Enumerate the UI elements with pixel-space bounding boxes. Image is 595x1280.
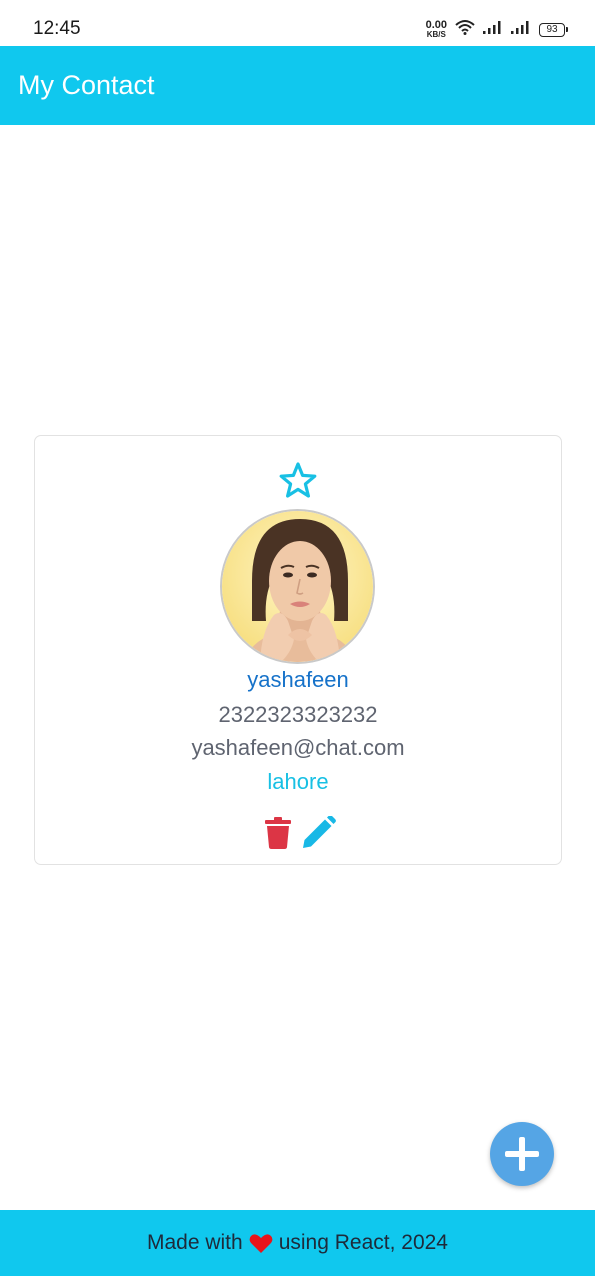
contact-name: yashafeen — [247, 667, 349, 692]
pencil-icon — [303, 815, 336, 848]
status-time: 12:45 — [33, 18, 81, 39]
app-screen: 12:45 0.00 KB/S 93 My Contact yashafeen … — [0, 0, 595, 1280]
contact-phone: 2322323323232 — [218, 702, 378, 727]
signal-icon — [511, 20, 531, 39]
footer-text-after: using React, 2024 — [278, 1231, 448, 1254]
footer: Made with using React, 2024 — [0, 1210, 595, 1276]
status-indicators: 0.00 KB/S 93 — [425, 18, 568, 40]
plus-icon — [505, 1137, 539, 1171]
star-outline-icon — [279, 462, 317, 498]
footer-text-before: Made with — [146, 1231, 243, 1254]
delete-button[interactable] — [264, 816, 292, 850]
contact-city: lahore — [267, 769, 329, 794]
status-bar: 12:45 0.00 KB/S 93 — [0, 0, 595, 46]
signal-icon — [483, 20, 503, 39]
network-speed-value: 0.00 — [425, 18, 447, 31]
battery-icon: 93 — [539, 22, 568, 37]
bottom-strip — [0, 1276, 595, 1280]
trash-icon — [265, 817, 291, 849]
page-title: My Contact — [18, 70, 155, 100]
contact-card: yashafeen 2322323323232 yashafeen@chat.c… — [34, 435, 562, 865]
network-speed-unit: KB/S — [426, 29, 446, 39]
contact-email: yashafeen@chat.com — [191, 735, 405, 760]
edit-button[interactable] — [301, 815, 337, 850]
avatar — [220, 509, 375, 664]
heart-icon — [249, 1233, 273, 1254]
network-speed: 0.00 KB/S — [425, 18, 447, 39]
wifi-icon — [455, 19, 475, 40]
app-bar: My Contact — [0, 46, 595, 125]
add-contact-button[interactable] — [490, 1122, 554, 1186]
favorite-button[interactable] — [277, 460, 319, 502]
